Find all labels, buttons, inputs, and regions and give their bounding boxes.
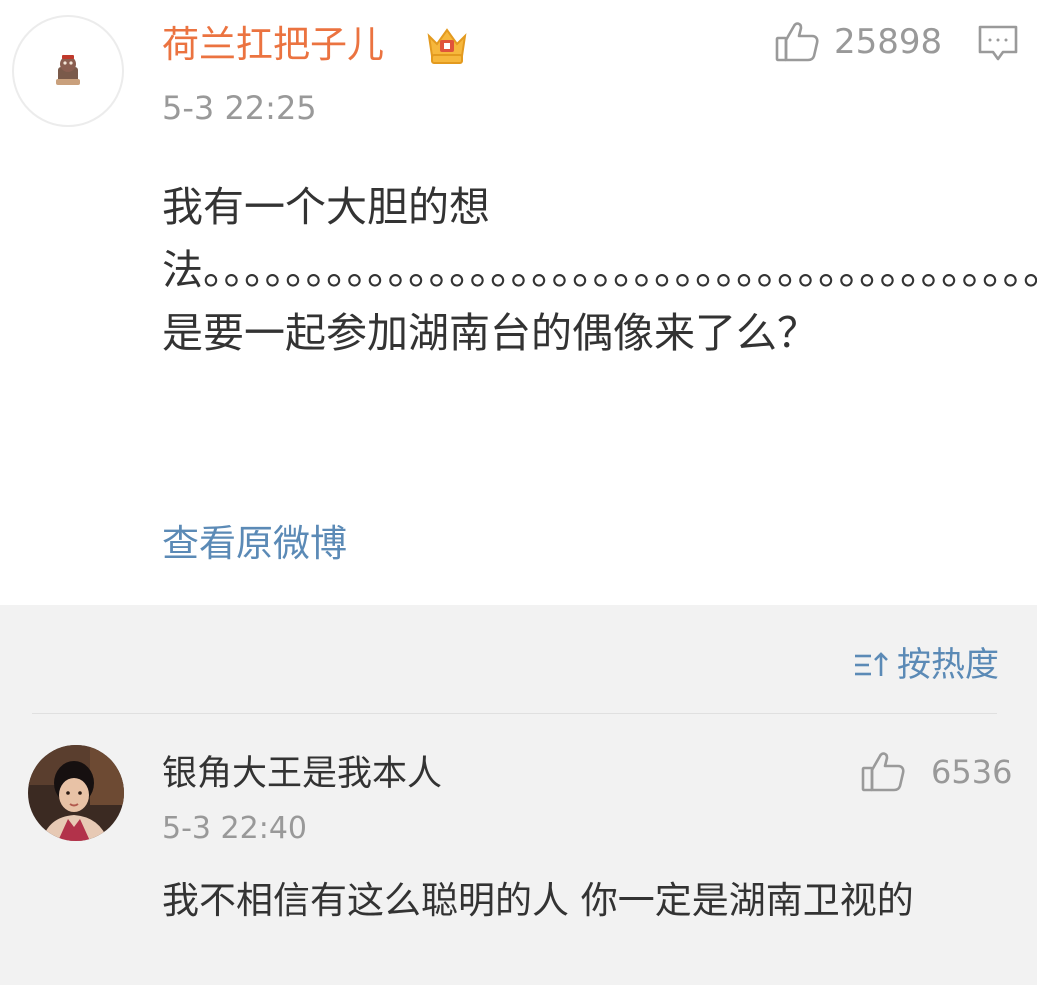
username[interactable]: 银角大王是我本人 [162, 750, 442, 798]
thumbs-up-icon[interactable] [774, 18, 820, 64]
comment-icon[interactable] [977, 22, 1019, 64]
comment-page: 荷兰扛把子儿 25898 5-3 22:25 我有一个大胆的想法。。。。。。。。… [0, 0, 1037, 985]
thumbs-up-icon[interactable] [860, 748, 906, 794]
divider [32, 713, 997, 714]
reply-text: 我不相信有这么聪明的人 你一定是湖南卫视的 [162, 879, 914, 922]
like-count: 6536 [931, 753, 1013, 791]
sort-icon [855, 652, 888, 676]
timestamp: 5-3 22:40 [162, 811, 307, 846]
sort-label: 按热度 [897, 645, 999, 685]
comment-text: 我有一个大胆的想法。。。。。。。。。。。。。。。。。。。。。。。。。。。。。。。… [162, 183, 1037, 357]
like-count: 25898 [834, 22, 943, 62]
username[interactable]: 荷兰扛把子儿 [162, 20, 384, 70]
crown-badge-icon [424, 22, 470, 68]
replies-list: 按热度 银角大王是我本人 6536 5-3 22:40 我不相信有这么聪明的人 … [0, 605, 1037, 985]
avatar[interactable] [28, 745, 124, 841]
avatar-icon[interactable] [12, 15, 124, 127]
sort-by-hot-button[interactable]: 按热度 [853, 643, 999, 687]
main-comment: 荷兰扛把子儿 25898 5-3 22:25 我有一个大胆的想法。。。。。。。。… [0, 0, 1037, 605]
view-original-link[interactable]: 查看原微博 [162, 520, 347, 568]
timestamp: 5-3 22:25 [162, 89, 317, 127]
